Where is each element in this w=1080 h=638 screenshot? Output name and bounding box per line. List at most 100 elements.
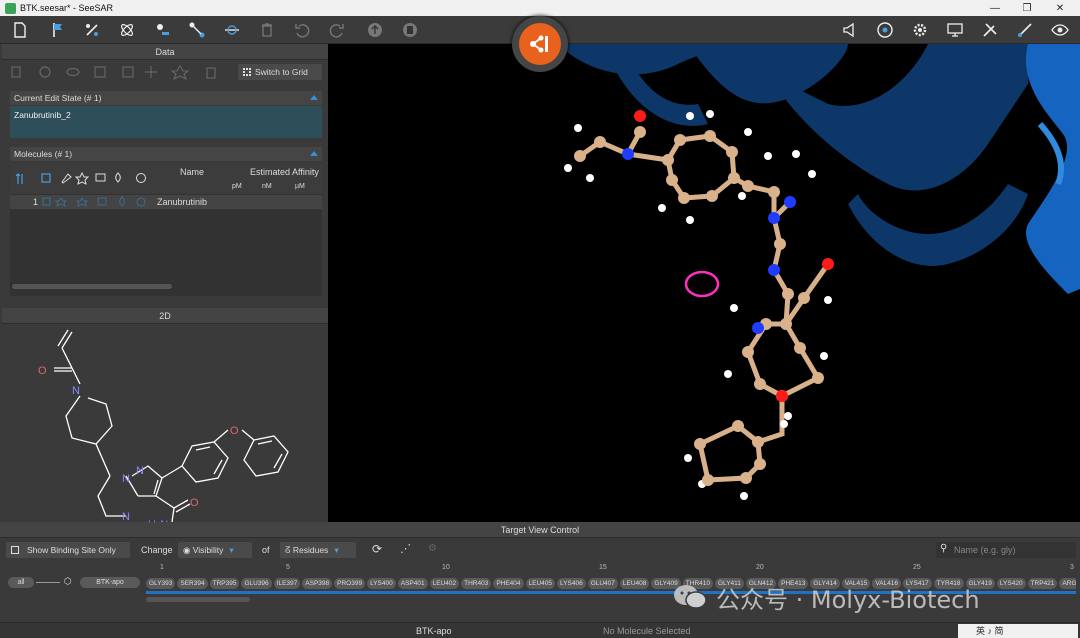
all-chains-toggle[interactable]: all bbox=[8, 577, 34, 588]
display-icon[interactable] bbox=[945, 20, 965, 40]
seesar-logo-button[interactable] bbox=[512, 16, 568, 72]
3d-viewport[interactable] bbox=[328, 44, 1080, 522]
residue-chip[interactable]: ASP398 bbox=[302, 578, 333, 589]
ime-indicator: 英 ♪ 简 bbox=[976, 626, 1004, 636]
residue-chip[interactable]: LEU408 bbox=[619, 578, 650, 589]
data-toolbar-icons[interactable] bbox=[8, 62, 238, 82]
residue-icon: ᘔ bbox=[285, 545, 293, 555]
residue-chip[interactable]: GLU407 bbox=[587, 578, 618, 589]
atom-n-amine: N bbox=[122, 511, 130, 522]
protein-ligand-3d-view[interactable] bbox=[328, 44, 1080, 522]
bond-icon[interactable] bbox=[187, 20, 207, 40]
residue-chip[interactable]: LEU405 bbox=[525, 578, 556, 589]
wechat-logo-icon bbox=[672, 583, 708, 611]
residue-chip[interactable]: ARG bbox=[1059, 578, 1076, 589]
residue-chip[interactable]: LEU402 bbox=[429, 578, 460, 589]
atom-icon[interactable] bbox=[117, 20, 137, 40]
residue-chip[interactable]: ASP401 bbox=[397, 578, 428, 589]
measure-icon[interactable] bbox=[1015, 20, 1035, 40]
flag-icon[interactable] bbox=[48, 20, 68, 40]
torsion-icon[interactable] bbox=[222, 20, 242, 40]
structure-2d-drawing[interactable]: O N N N N O O bbox=[2, 326, 328, 522]
visibility-dropdown[interactable]: ◉ Visibility ▾ bbox=[178, 542, 252, 558]
table-row[interactable]: 1 Zanubrutinib bbox=[10, 195, 322, 209]
row-icons[interactable] bbox=[40, 195, 160, 209]
atom-n-bridge: N bbox=[122, 473, 130, 485]
search-placeholder: Name (e.g. gly) bbox=[954, 545, 1016, 555]
residue-chip[interactable]: ILE397 bbox=[273, 578, 301, 589]
ruler-tick: 5 bbox=[286, 564, 290, 571]
redo-icon[interactable] bbox=[327, 20, 347, 40]
ruler-tick: 15 bbox=[599, 564, 607, 571]
announcement-icon[interactable] bbox=[840, 20, 860, 40]
column-name[interactable]: Name bbox=[180, 167, 204, 177]
show-binding-site-button[interactable]: Show Binding Site Only bbox=[6, 542, 130, 558]
search-input[interactable]: ⚲ Name (e.g. gly) bbox=[936, 542, 1076, 558]
residue-chip[interactable]: GLY393 bbox=[146, 578, 176, 589]
residue-chip[interactable]: PHE404 bbox=[493, 578, 524, 589]
trash-icon[interactable] bbox=[257, 20, 277, 40]
chain-icon: ⬡ bbox=[64, 576, 72, 586]
residue-chip[interactable]: THR403 bbox=[461, 578, 492, 589]
tools-icon[interactable] bbox=[980, 20, 1000, 40]
panel-2d-title: 2D bbox=[2, 308, 328, 324]
atom-n-pyrazole: N bbox=[136, 465, 144, 477]
rotation-center-icon bbox=[684, 270, 720, 298]
scatter-icon[interactable]: ⋰ bbox=[400, 542, 411, 555]
search-icon: ⚲ bbox=[940, 543, 948, 554]
eye-icon: ◉ bbox=[183, 545, 193, 555]
status-bar: BTK-apo No Molecule Selected 英 ♪ 简 bbox=[0, 622, 1080, 638]
ruler-tick: 25 bbox=[913, 564, 921, 571]
chevron-down-icon: ▾ bbox=[229, 545, 234, 555]
residue-chip[interactable]: TRP395 bbox=[209, 578, 240, 589]
table-header: Name Estimated Affinity pM nM µM bbox=[10, 164, 322, 194]
molecule-name: Zanubrutinib bbox=[157, 197, 208, 207]
percent-tool-icon[interactable] bbox=[82, 20, 102, 40]
ime-tray[interactable]: 英 ♪ 简 bbox=[958, 624, 1078, 638]
export-icon[interactable] bbox=[400, 20, 420, 40]
seesar-logo-icon bbox=[519, 23, 561, 65]
window-title: BTK.seesar* - SeeSAR bbox=[20, 3, 114, 13]
document-icon[interactable] bbox=[10, 20, 30, 40]
grid-icon bbox=[243, 68, 251, 76]
edit-state-name: Zanubrutinib_2 bbox=[14, 110, 71, 120]
settings-gear-icon[interactable] bbox=[910, 20, 930, 40]
current-edit-state-box[interactable]: Zanubrutinib_2 bbox=[10, 106, 322, 138]
chevron-down-icon: ▾ bbox=[334, 545, 339, 555]
maximize-button[interactable]: ❐ bbox=[1010, 0, 1044, 16]
unit-nm: nM bbox=[262, 183, 272, 190]
residue-chip[interactable]: GLU396 bbox=[241, 578, 272, 589]
residue-chip[interactable]: LYS400 bbox=[367, 578, 396, 589]
residue-chip[interactable]: SER394 bbox=[177, 578, 208, 589]
chain-btk-apo[interactable]: BTK-apo bbox=[80, 577, 140, 588]
minimize-button[interactable]: — bbox=[978, 0, 1012, 16]
table-header-icons[interactable] bbox=[10, 164, 150, 194]
close-button[interactable]: ✕ bbox=[1043, 0, 1077, 16]
horizontal-scrollbar[interactable] bbox=[12, 284, 172, 289]
residue-chip[interactable]: PRO399 bbox=[334, 578, 366, 589]
row-index: 1 bbox=[33, 197, 39, 207]
column-estimated-affinity[interactable]: Estimated Affinity bbox=[250, 167, 319, 177]
refresh-icon[interactable]: ⟳ bbox=[372, 542, 382, 556]
change-label: Change bbox=[141, 545, 173, 555]
current-edit-state-title: Current Edit State (# 1) bbox=[14, 93, 102, 103]
residue-chip[interactable]: TRP421 bbox=[1027, 578, 1058, 589]
settings-icon[interactable]: ⚙ bbox=[428, 543, 437, 554]
upload-icon[interactable] bbox=[365, 20, 385, 40]
residues-dropdown[interactable]: ᘔ Residues ▾ bbox=[280, 542, 356, 558]
current-edit-state-header[interactable]: Current Edit State (# 1) bbox=[10, 91, 322, 105]
molecules-header[interactable]: Molecules (# 1) bbox=[10, 147, 322, 161]
residue-scrollbar[interactable] bbox=[146, 597, 250, 602]
residue-chip[interactable]: LYS406 bbox=[557, 578, 586, 589]
switch-to-grid-button[interactable]: Switch to Grid bbox=[238, 64, 322, 80]
ruler-tick: 20 bbox=[756, 564, 764, 571]
atom-n-piperidine: N bbox=[72, 385, 80, 397]
eye-icon[interactable] bbox=[1050, 20, 1070, 40]
undo-icon[interactable] bbox=[292, 20, 312, 40]
app-icon bbox=[5, 2, 16, 14]
chain-connector bbox=[36, 582, 60, 583]
remove-atom-icon[interactable] bbox=[152, 20, 172, 40]
residue-chip[interactable]: LYS420 bbox=[996, 578, 1026, 589]
help-icon[interactable] bbox=[875, 20, 895, 40]
data-panel: Data Switch to Grid Current Edit State (… bbox=[2, 44, 328, 547]
